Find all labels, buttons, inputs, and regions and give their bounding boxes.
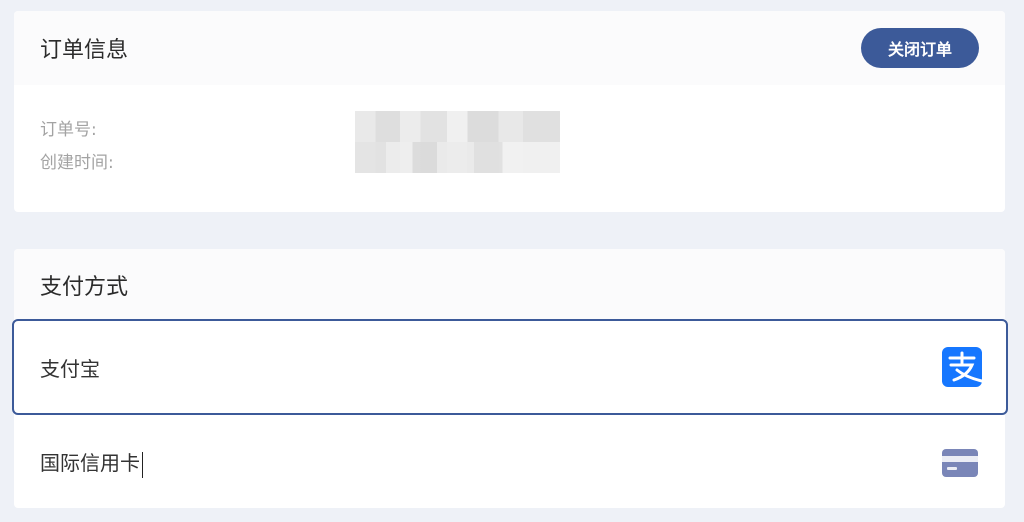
payment-option-label-wrap: 国际信用卡 [40,447,143,478]
created-time-label: 创建时间: [40,153,114,173]
order-info-body: 订单号: 创建时间: [14,85,1005,212]
order-info-card: 订单信息 关闭订单 订单号: 创建时间: [14,11,1005,212]
payment-method-header: 支付方式 [14,249,1005,321]
close-order-button[interactable]: 关闭订单 [861,28,979,68]
alipay-icon [942,347,982,387]
order-info-title: 订单信息 [40,38,129,63]
redacted-order-values [355,111,560,173]
payment-option-label: 支付宝 [40,356,100,381]
payment-option-alipay[interactable]: 支付宝 [12,319,1008,415]
payment-option-credit-card[interactable]: 国际信用卡 [14,417,1005,508]
text-cursor [142,451,143,478]
payment-method-card: 支付方式 支付宝 国际信用卡 [12,249,1008,508]
payment-option-label: 国际信用卡 [40,451,140,476]
payment-method-title: 支付方式 [40,275,129,300]
order-info-header: 订单信息 关闭订单 [14,11,1005,85]
order-number-label: 订单号: [40,120,97,140]
credit-card-icon [942,448,978,477]
